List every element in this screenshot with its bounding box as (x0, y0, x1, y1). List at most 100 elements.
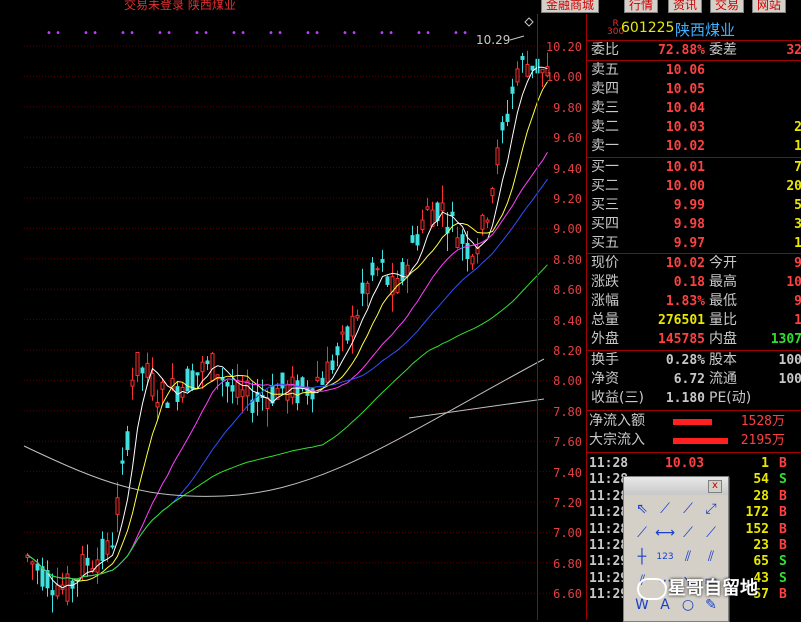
tick-side: S (779, 472, 787, 488)
arrow-tool-2-icon[interactable]: ⟋ (701, 523, 721, 543)
weibi-value: 72.88% (658, 43, 705, 58)
stat-value: 10 (786, 275, 801, 290)
candle-body (135, 351, 140, 377)
cursor-tool-icon[interactable]: ⇖ (632, 499, 652, 519)
stat-value: 100 (778, 353, 801, 368)
tick-side: B (779, 505, 787, 521)
wechat-logo-icon (637, 578, 667, 600)
bid-volume: 1 (794, 236, 801, 251)
stat-label: 量比 (709, 312, 737, 328)
bid-row[interactable]: 买三 9.99 5 (587, 196, 801, 215)
ask-label: 卖五 (591, 62, 619, 78)
bid-row[interactable]: 买二 10.00 20 (587, 177, 801, 196)
candle-body (225, 381, 230, 387)
candle-body (380, 259, 385, 263)
bid-row[interactable]: 买四 9.98 3 (587, 215, 801, 234)
candle-body (205, 360, 210, 365)
website-button[interactable]: 网站 (752, 0, 787, 13)
bid-volume: 3 (794, 217, 801, 232)
ask-row[interactable]: 卖五 10.06 (587, 61, 801, 80)
candle-body (335, 346, 340, 356)
ask-label: 卖二 (591, 119, 619, 135)
bid-volume: 7 (794, 160, 801, 175)
stat-label: 最低 (709, 293, 737, 309)
candlestick-chart[interactable]: • • • • • • • • • • • • • • • • • • • • • • • • 10.2… (0, 14, 585, 620)
event-marker: • • (342, 28, 357, 39)
trade-button[interactable]: 交易 (710, 0, 745, 13)
candle-body (165, 402, 170, 409)
bid-row[interactable]: 买一 10.01 7 (587, 158, 801, 177)
candle-body (400, 262, 405, 282)
parallel-tool-2-icon[interactable]: ⫽ (701, 547, 721, 567)
stock-code: 601225 (621, 20, 675, 36)
price-axis-tick: 7.80 (553, 404, 582, 419)
bid-row[interactable]: 买五 9.97 1 (587, 234, 801, 253)
top-bar: 交易未登录 陕西煤业 金融商城 行情 资讯 交易 网站 (0, 0, 801, 14)
weicha-label: 委差 (709, 42, 737, 58)
high-price-pointer (509, 35, 525, 41)
price-axis-tick: 9.60 (553, 131, 582, 146)
ray-tool-icon[interactable]: ⟋ (678, 499, 698, 519)
candle-body (515, 68, 520, 83)
flow-bar (673, 438, 728, 444)
number-tool-icon[interactable]: 123 (655, 547, 675, 567)
tick-volume: 1 (761, 456, 769, 471)
stat-label: 流通 (709, 371, 737, 387)
stat-value: 0.28% (665, 353, 705, 368)
candle-body (410, 235, 415, 243)
arrow-tool-icon[interactable]: ⟋ (678, 523, 698, 543)
stat-row: 总量 276501 量比 1 (587, 311, 801, 330)
flow-row: 净流入额 1528万 (587, 412, 801, 431)
tick-volume: 172 (745, 505, 769, 521)
ask-price: 10.05 (665, 82, 705, 97)
candle-body (365, 282, 370, 295)
ask-price: 10.06 (665, 63, 705, 78)
candle-body (100, 538, 105, 561)
ask-row[interactable]: 卖四 10.05 (587, 80, 801, 99)
price-axis-tick: 8.60 (553, 283, 582, 298)
bid-volume: 5 (794, 198, 801, 213)
parallel-tool-icon[interactable]: ⫽ (678, 547, 698, 567)
candle-body (210, 353, 215, 381)
quotes-button[interactable]: 行情 (624, 0, 659, 13)
candle-body (510, 86, 515, 94)
event-marker: • • (120, 28, 135, 39)
line-tool-2-icon[interactable]: ⟋ (632, 523, 652, 543)
stat-label: 换手 (591, 352, 619, 368)
candle-body (525, 64, 530, 77)
candle-body (110, 545, 115, 548)
event-marker: • • (379, 28, 394, 39)
price-axis-tick: 8.00 (553, 374, 582, 389)
vertical-line-tool-icon[interactable]: ┼ (632, 547, 652, 567)
stat-label: 今开 (709, 255, 737, 271)
candle-body (230, 385, 235, 392)
ask-price: 10.03 (665, 120, 705, 135)
close-icon[interactable]: x (708, 480, 722, 493)
price-axis-tick: 9.20 (553, 192, 582, 206)
candle-body (190, 370, 195, 390)
candle-body (505, 113, 510, 122)
candle-body (145, 362, 150, 378)
ask-price: 10.02 (665, 139, 705, 154)
stat-label: 内盘 (709, 331, 737, 347)
stat-value: 9 (794, 294, 801, 309)
watermark: 星哥自留地 (668, 578, 758, 599)
horizontal-line-tool-icon[interactable]: ⟷ (655, 523, 675, 543)
line-tool-icon[interactable]: ⟋ (655, 499, 675, 519)
ask-row[interactable]: 卖二 10.03 2 (587, 118, 801, 137)
ask-row[interactable]: 卖一 10.02 1 (587, 137, 801, 156)
tick-side: B (779, 456, 787, 471)
ask-row[interactable]: 卖三 10.04 (587, 99, 801, 118)
segment-tool-icon[interactable]: ⤢ (701, 499, 721, 519)
toolbox-titlebar[interactable]: x (624, 477, 728, 495)
drawing-toolbox[interactable]: x ⇖ ⟋ ⟋ ⤢ ⟋ ⟷ ⟋ ⟋ ┼ 123 ⫽ ⫽ ⫽ ⋯ ↘ ▭ W A ○ ✎ (623, 476, 729, 622)
candle-body (345, 326, 350, 341)
bid-label: 买一 (591, 159, 619, 175)
news-button[interactable]: 资讯 (668, 0, 703, 13)
finance-mall-button[interactable]: 金融商城 (541, 0, 600, 13)
ma10-line (27, 81, 548, 582)
bid-price: 9.98 (673, 217, 705, 232)
stat-value: 0.18 (673, 275, 705, 290)
candle-body (115, 497, 120, 515)
tick-volume: 54 (753, 472, 769, 488)
